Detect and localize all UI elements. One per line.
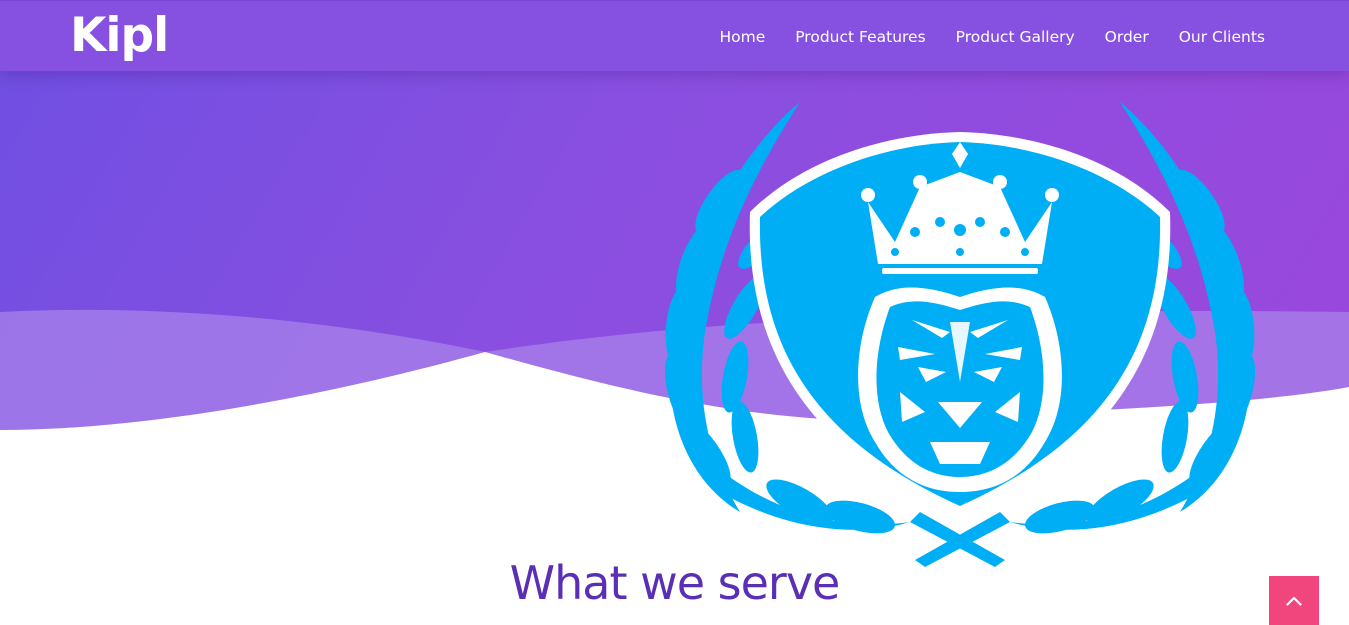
- nav-item-product-features[interactable]: Product Features: [795, 28, 925, 46]
- nav-item-order[interactable]: Order: [1105, 28, 1149, 46]
- nav-item-our-clients[interactable]: Our Clients: [1179, 28, 1265, 46]
- brand-logo[interactable]: Kipl: [70, 8, 169, 63]
- tiger-crest-emblem: [650, 92, 1270, 567]
- nav-item-home[interactable]: Home: [719, 28, 765, 46]
- top-navbar: Kipl Home Product Features Product Galle…: [0, 0, 1349, 71]
- back-to-top-button[interactable]: [1269, 576, 1319, 625]
- section-title: What we serve: [509, 556, 841, 610]
- tiger-crest-with-crown-and-laurel-icon: [664, 102, 1256, 567]
- nav-item-product-gallery[interactable]: Product Gallery: [956, 28, 1075, 46]
- chevron-up-icon: [1286, 596, 1302, 606]
- nav-menu: Home Product Features Product Gallery Or…: [719, 1, 1265, 72]
